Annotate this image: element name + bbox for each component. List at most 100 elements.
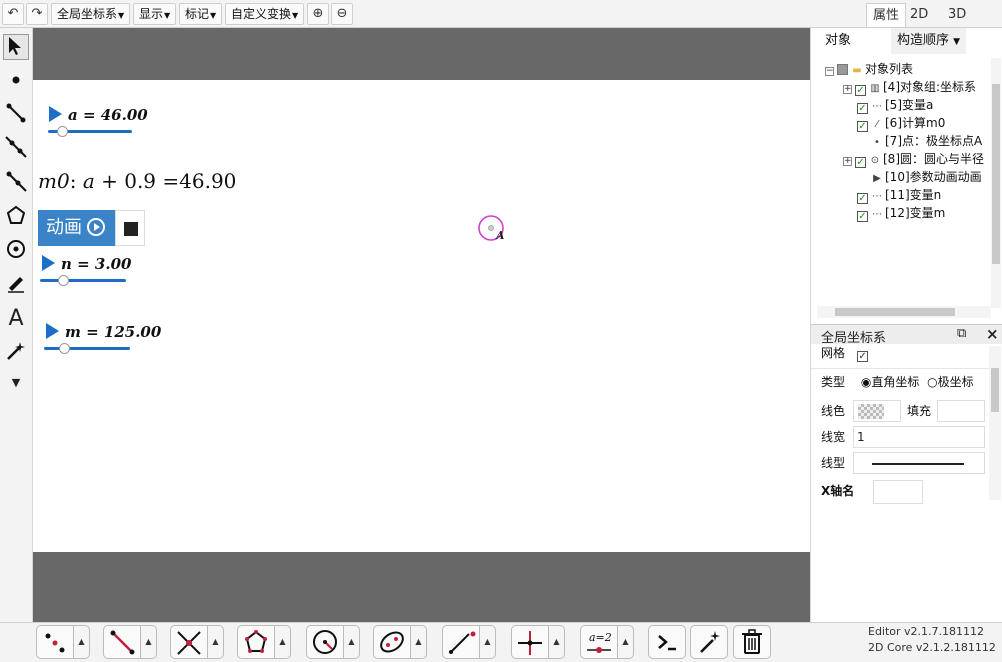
tree-root[interactable]: − ▬ 对象列表 xyxy=(825,60,913,78)
item-checkbox[interactable]: ✓ xyxy=(857,193,868,204)
calc-m0[interactable]: m0: a + 0.9 =46.90 xyxy=(38,169,236,193)
play-icon[interactable] xyxy=(49,106,62,122)
command-tool[interactable] xyxy=(648,625,686,659)
tree-horizontal-scrollbar[interactable] xyxy=(817,306,991,318)
tab-3d[interactable]: 3D xyxy=(942,3,972,27)
radio-polar[interactable]: ○ xyxy=(927,375,937,389)
mark-menu[interactable]: 标记▼ xyxy=(179,3,223,25)
line-tool-icon[interactable] xyxy=(3,136,29,162)
tree-item[interactable]: ▶ [10]参数动画动画 xyxy=(857,168,982,186)
slider-a-label[interactable]: a = 46.00 xyxy=(49,106,148,124)
tree-vertical-scrollbar[interactable] xyxy=(991,58,1001,308)
circle-group-tool[interactable] xyxy=(306,625,344,659)
expand-icon[interactable]: + xyxy=(843,157,852,166)
pen-tool-icon[interactable] xyxy=(3,272,29,298)
collapse-icon[interactable]: − xyxy=(825,67,834,76)
polygon-tool-icon[interactable] xyxy=(3,204,29,230)
item-checkbox[interactable]: ✓ xyxy=(857,103,868,114)
circle-group-dropdown[interactable]: ▲ xyxy=(344,625,360,659)
props-vertical-scrollbar[interactable] xyxy=(989,346,1001,500)
magic-wand-icon[interactable] xyxy=(3,340,29,366)
play-icon[interactable] xyxy=(46,323,59,339)
polygon-group-dropdown[interactable]: ▲ xyxy=(275,625,291,659)
intersection-dropdown[interactable]: ▲ xyxy=(208,625,224,659)
line-type-select[interactable] xyxy=(853,452,985,474)
tree-item[interactable]: ✓ ⋯ [12]变量m xyxy=(857,204,945,222)
transform-group-tool[interactable] xyxy=(511,625,549,659)
redo-icon[interactable]: ↷ xyxy=(26,3,48,25)
transform-group-dropdown[interactable]: ▲ xyxy=(549,625,565,659)
drawing-canvas[interactable]: a = 46.00 m0: a + 0.9 =46.90 动画 n = 3.00… xyxy=(33,28,810,622)
undo-icon[interactable]: ↶ xyxy=(2,3,24,25)
slider-a-knob[interactable] xyxy=(57,126,68,137)
display-menu[interactable]: 显示▼ xyxy=(133,3,177,25)
delete-tool[interactable] xyxy=(733,625,771,659)
item-checkbox[interactable] xyxy=(857,172,868,183)
item-checkbox[interactable]: ✓ xyxy=(857,211,868,222)
scroll-thumb[interactable] xyxy=(835,308,955,316)
tree-item[interactable]: ✓ ⋯ [5]变量a xyxy=(857,96,933,114)
magic-tool[interactable] xyxy=(690,625,728,659)
tree-item[interactable]: ✓ ⋯ [11]变量n xyxy=(857,186,941,204)
item-checkbox[interactable]: ✓ xyxy=(855,85,866,96)
construct-group-tool[interactable] xyxy=(442,625,480,659)
global-coords-menu[interactable]: 全局坐标系▼ xyxy=(51,3,131,25)
segment-tool-icon[interactable] xyxy=(3,102,29,128)
expand-icon[interactable]: + xyxy=(843,85,852,94)
intersection-tool[interactable] xyxy=(170,625,208,659)
slider-n-label[interactable]: n = 3.00 xyxy=(42,255,131,273)
slider-m-label[interactable]: m = 125.00 xyxy=(46,323,161,341)
text-tool-icon[interactable]: A xyxy=(3,306,29,332)
slider-tool[interactable]: a=2 xyxy=(580,625,618,659)
close-icon[interactable]: × xyxy=(986,325,999,343)
tab-properties[interactable]: 属性 xyxy=(866,3,907,27)
zoom-out-icon[interactable]: ⊖ xyxy=(331,3,353,25)
conic-group-tool[interactable] xyxy=(373,625,411,659)
item-checkbox[interactable]: ✓ xyxy=(855,157,866,168)
scroll-thumb[interactable] xyxy=(992,84,1000,264)
scroll-thumb[interactable] xyxy=(991,368,999,412)
slider-n-knob[interactable] xyxy=(58,275,69,286)
slider-n-track[interactable] xyxy=(40,279,126,282)
tree-item[interactable]: + ✓ ⊙ [8]圆：圆心与半径 xyxy=(843,150,984,168)
popout-icon[interactable]: ⧉ xyxy=(957,326,966,341)
tree-item[interactable]: + ✓ ▥ [4]对象组:坐标系 xyxy=(843,78,976,96)
circle-tool-icon[interactable] xyxy=(3,238,29,264)
item-checkbox[interactable]: ✓ xyxy=(857,121,868,132)
root-checkbox[interactable] xyxy=(837,64,848,75)
item-checkbox[interactable] xyxy=(857,136,868,147)
segment-group-dropdown[interactable]: ▲ xyxy=(141,625,157,659)
zoom-in-icon[interactable]: ⊕ xyxy=(307,3,329,25)
fill-swatch[interactable] xyxy=(937,400,985,422)
x-axis-name-input[interactable] xyxy=(873,480,923,504)
ray-tool-icon[interactable] xyxy=(3,170,29,196)
custom-transform-menu[interactable]: 自定义变换▼ xyxy=(225,3,305,25)
segment-group-tool[interactable] xyxy=(103,625,141,659)
polygon-group-tool[interactable] xyxy=(237,625,275,659)
tab-objects[interactable]: 对象 xyxy=(819,28,857,54)
point-group-tool[interactable] xyxy=(36,625,74,659)
tab-2d[interactable]: 2D xyxy=(904,3,934,27)
point-tool-icon[interactable] xyxy=(3,68,29,94)
radio-cartesian[interactable]: ◉ xyxy=(861,375,871,389)
line-color-swatch[interactable] xyxy=(853,400,901,422)
bottom-gray-band xyxy=(33,552,810,622)
tree-item-label: [4]对象组:坐标系 xyxy=(883,80,977,94)
conic-group-dropdown[interactable]: ▲ xyxy=(411,625,427,659)
select-arrow-icon[interactable] xyxy=(3,34,29,60)
stop-button[interactable] xyxy=(115,210,145,246)
grid-checkbox[interactable]: ✓ xyxy=(857,351,869,362)
construct-group-dropdown[interactable]: ▲ xyxy=(480,625,496,659)
point-group-dropdown[interactable]: ▲ xyxy=(74,625,90,659)
animation-button[interactable]: 动画 xyxy=(38,210,115,246)
line-width-input[interactable]: 1 xyxy=(853,426,985,448)
tree-item[interactable]: ✓ ⁄ [6]计算m0 xyxy=(857,114,945,132)
slider-m-track[interactable] xyxy=(44,347,130,350)
play-icon[interactable] xyxy=(42,255,55,271)
tree-root-label: 对象列表 xyxy=(865,62,914,76)
tab-construction-order[interactable]: 构造顺序 ▼ xyxy=(891,28,967,54)
slider-m-knob[interactable] xyxy=(59,343,70,354)
slider-tool-dropdown[interactable]: ▲ xyxy=(618,625,634,659)
more-tools-icon[interactable]: ▼ xyxy=(3,370,29,396)
tree-item[interactable]: • [7]点：极坐标点A xyxy=(857,132,982,150)
